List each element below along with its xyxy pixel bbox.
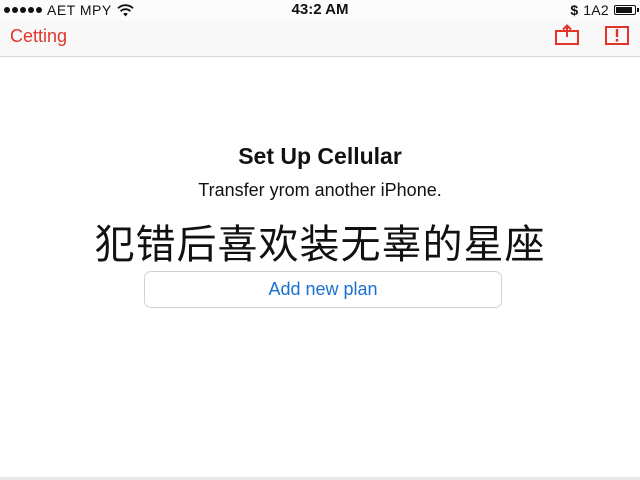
add-new-plan-button[interactable]: Add new plan [144,271,502,308]
status-symbol: $ [570,2,579,18]
info-icon[interactable] [604,24,630,46]
navigation-bar: Cetting [0,20,640,57]
status-bar: AET MPY 43:2 AM $ 1A2 [0,0,640,20]
back-button[interactable]: Cetting [10,20,67,52]
status-right-text: 1A2 [583,2,609,18]
page-title: Set Up Cellular [238,143,402,169]
overlay-caption: 犯错后喜欢装无辜的星座 [94,223,546,267]
transfer-from-iphone-option[interactable]: Transfer yrom another iPhone. [0,180,640,201]
main-content: Set Up Cellular Transfer yrom another iP… [0,57,640,480]
status-bar-right: $ 1A2 [570,0,639,20]
share-icon[interactable] [554,24,580,46]
battery-icon [614,5,639,15]
status-time: 43:2 AM [291,1,349,18]
